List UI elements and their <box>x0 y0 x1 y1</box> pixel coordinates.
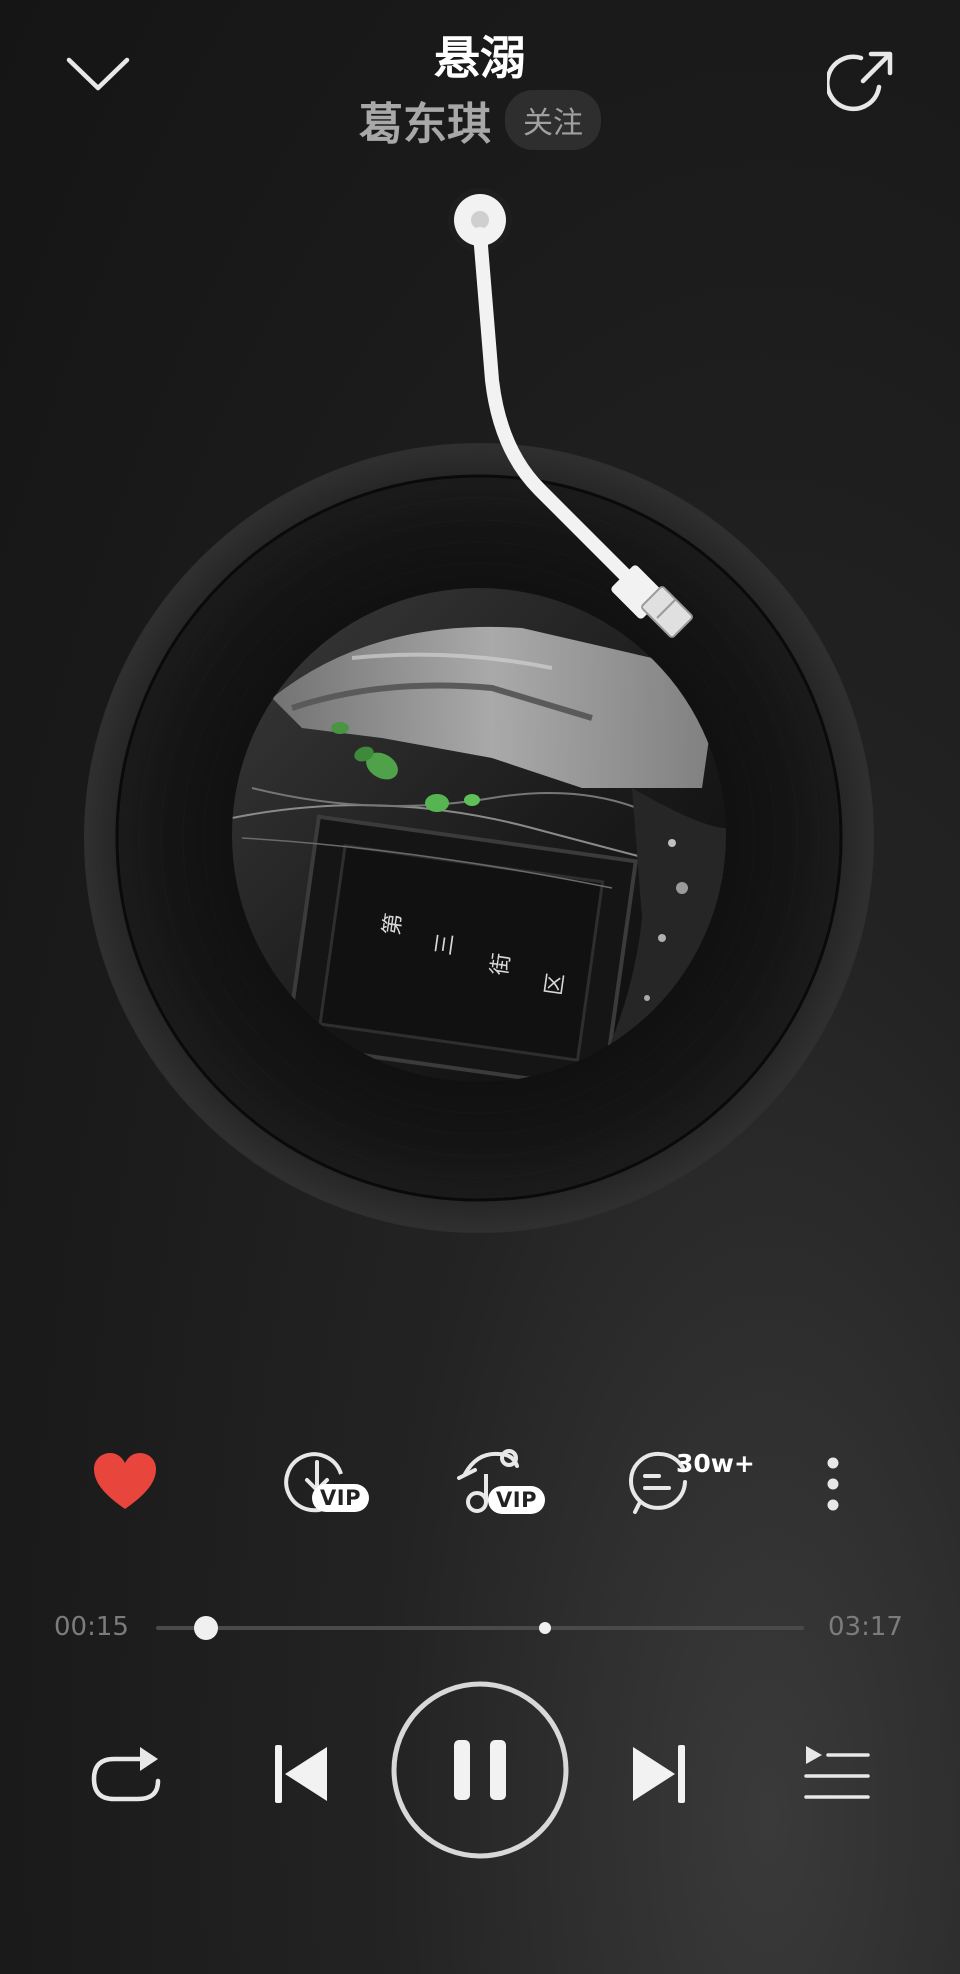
song-title: 悬溺 <box>434 31 526 85</box>
repeat-icon <box>91 1747 161 1802</box>
pause-button[interactable] <box>390 1680 570 1860</box>
comment-count: 30w+ <box>676 1449 755 1478</box>
pause-icon <box>391 1681 569 1859</box>
more-vertical-icon <box>827 1457 839 1511</box>
progress-thumb[interactable] <box>193 1616 218 1640</box>
share-icon <box>827 51 893 112</box>
follow-button[interactable]: 关注 <box>505 90 601 150</box>
previous-button[interactable] <box>266 1734 336 1814</box>
next-button[interactable] <box>624 1734 694 1814</box>
playlist-button[interactable] <box>796 1734 876 1814</box>
cover-text-1: 第 <box>379 911 408 937</box>
progress-track[interactable] <box>156 1626 804 1630</box>
buffer-marker <box>538 1622 551 1634</box>
repeat-button[interactable] <box>84 1734 168 1814</box>
previous-icon <box>275 1745 327 1803</box>
sound-effect-vip-badge: VIP <box>488 1486 545 1514</box>
player-screen: 悬溺 葛东琪 关注 第 三 街 区 VIP VIP 30w+ 00:15 03:… <box>0 0 960 1974</box>
share-button[interactable] <box>820 40 904 124</box>
next-icon <box>633 1745 685 1803</box>
more-button[interactable] <box>808 1452 858 1516</box>
playlist-icon <box>804 1746 870 1799</box>
tonearm <box>448 188 693 638</box>
like-button[interactable] <box>86 1446 164 1516</box>
current-time: 00:15 <box>54 1612 129 1642</box>
heart-icon <box>94 1453 156 1509</box>
total-time: 03:17 <box>828 1612 903 1642</box>
download-vip-badge: VIP <box>312 1484 369 1512</box>
cover-text-2: 三 <box>431 931 460 957</box>
cover-text-4: 区 <box>541 971 570 997</box>
artist-name[interactable]: 葛东琪 <box>359 88 491 152</box>
cover-text-3: 街 <box>487 951 516 977</box>
artist-row: 葛东琪 关注 <box>0 88 960 152</box>
